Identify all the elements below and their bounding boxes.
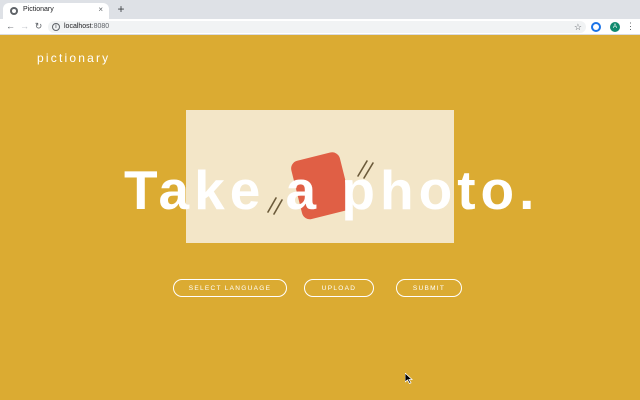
url-host: localhost (64, 23, 92, 30)
new-tab-button[interactable]: + (114, 2, 128, 16)
submit-button[interactable]: SUBMIT (396, 279, 462, 297)
info-icon[interactable]: i (52, 23, 60, 31)
forward-arrow-icon[interactable]: → (18, 20, 31, 33)
reload-icon[interactable]: ↻ (32, 20, 45, 33)
browser-tab[interactable]: Pictionary × (3, 3, 109, 19)
brand-logo[interactable]: pictionary (37, 51, 110, 65)
page-content: pictionary Take a photo. SELECT LANGUAGE… (0, 36, 640, 400)
page-headline: Take a photo. (124, 159, 540, 221)
upload-button[interactable]: UPLOAD (304, 279, 374, 297)
browser-tabstrip: Pictionary × + (0, 0, 640, 19)
address-bar[interactable]: i localhost:8080 ☆ (48, 21, 586, 33)
extension-icon[interactable] (591, 22, 601, 32)
tab-title: Pictionary (23, 6, 54, 13)
url-port: :8080 (91, 23, 110, 30)
address-url[interactable]: localhost:8080 (64, 22, 109, 32)
mouse-cursor-icon (405, 373, 413, 384)
close-icon[interactable]: × (98, 5, 103, 15)
globe-icon (10, 7, 18, 15)
profile-avatar[interactable]: A (610, 22, 620, 32)
select-language-button[interactable]: SELECT LANGUAGE (173, 279, 287, 297)
browser-toolbar: ← → ↻ i localhost:8080 ☆ A ⋮ (0, 19, 640, 35)
bookmark-star-icon[interactable]: ☆ (574, 21, 582, 33)
back-arrow-icon[interactable]: ← (4, 20, 17, 33)
more-menu-icon[interactable]: ⋮ (626, 20, 635, 33)
